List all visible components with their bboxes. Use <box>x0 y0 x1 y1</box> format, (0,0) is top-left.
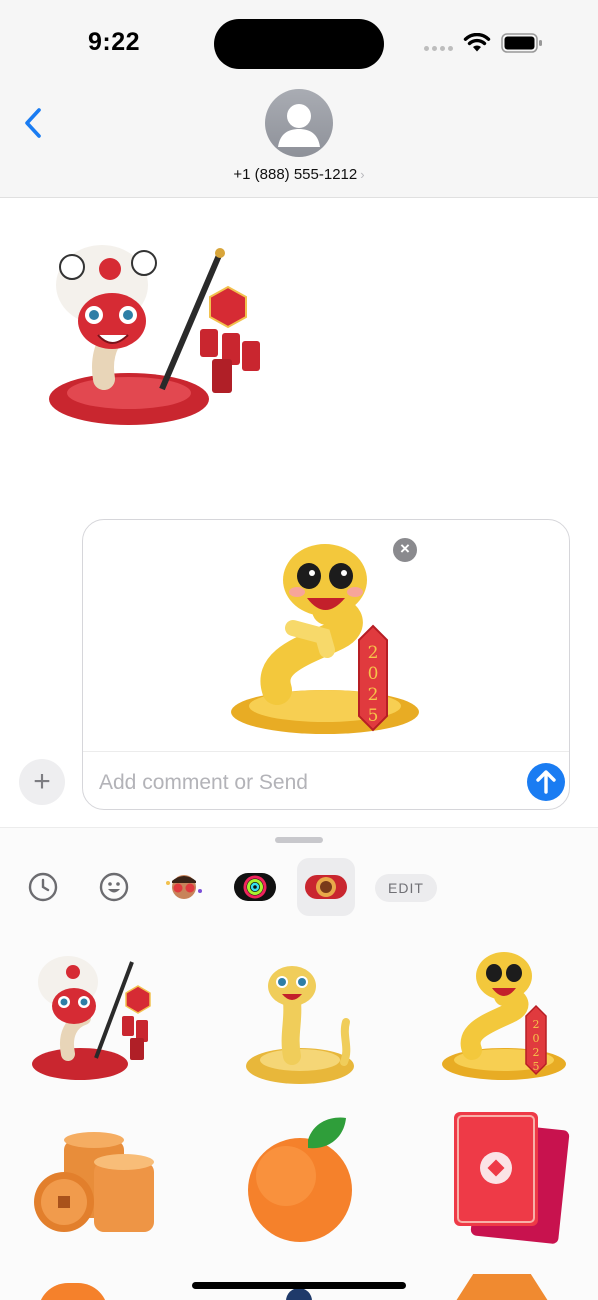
remove-sticker-button[interactable]: × <box>391 536 419 564</box>
sticker-golden-snake[interactable] <box>236 956 376 1096</box>
activity-rings-sticker-icon <box>234 873 276 901</box>
drawer-grabber[interactable] <box>275 837 323 843</box>
contact-avatar[interactable] <box>265 89 333 157</box>
apps-plus-button[interactable]: + <box>19 759 65 805</box>
sticker-gold-coins[interactable] <box>28 1104 168 1244</box>
sticker-lion-dance-snake[interactable] <box>28 946 168 1086</box>
sticker-year-digit-1: 2 <box>368 643 379 663</box>
sticker-year-digit-3: 2 <box>368 685 379 705</box>
arrow-up-icon <box>536 770 556 794</box>
close-icon: × <box>400 539 410 558</box>
message-thread: + 2 0 2 5 × <box>0 199 598 827</box>
sticker-snake-2025[interactable]: 2 0 2 5 <box>438 946 578 1086</box>
attached-sticker-snake-2025[interactable]: 2 0 2 5 <box>227 540 425 734</box>
dynamic-island <box>214 19 384 69</box>
received-sticker-lion-dance-snake[interactable] <box>44 229 272 427</box>
battery-icon <box>501 33 542 53</box>
sticker-year-digit-4: 5 <box>368 706 379 726</box>
sticker-partial-left <box>38 1283 108 1300</box>
contact-number: +1 (888) 555-1212 <box>233 166 358 183</box>
compose-box: 2 0 2 5 × <box>82 519 570 810</box>
tab-emoji[interactable] <box>85 858 143 916</box>
person-icon <box>278 104 320 147</box>
sticker-year-digit-2: 0 <box>368 664 379 684</box>
plus-icon: + <box>33 765 51 798</box>
clock-icon <box>28 872 58 902</box>
conversation-header: +1 (888) 555-1212 › <box>0 88 598 198</box>
sticker-year-digit-4: 5 <box>533 1060 540 1073</box>
sticker-partial-right <box>454 1274 550 1300</box>
memoji-sticker-icon <box>166 875 202 899</box>
edit-button[interactable]: EDIT <box>375 874 437 902</box>
emoji-icon <box>99 872 129 902</box>
sticker-partial-middle <box>286 1288 312 1300</box>
tab-memoji[interactable] <box>155 858 213 916</box>
back-chevron-icon[interactable] <box>20 106 50 140</box>
sticker-mandarin-orange[interactable] <box>236 1110 376 1250</box>
compose-divider <box>83 751 569 752</box>
tab-lunar-new-year[interactable] <box>297 858 355 916</box>
signal-icon <box>424 46 453 51</box>
tab-activity[interactable] <box>226 858 284 916</box>
send-button[interactable] <box>527 763 565 801</box>
status-bar: 9:22 <box>0 0 598 88</box>
contact-name[interactable]: +1 (888) 555-1212 › <box>0 166 598 183</box>
message-input[interactable] <box>99 766 499 800</box>
sticker-red-envelope[interactable] <box>442 1104 582 1244</box>
wifi-icon <box>463 33 491 52</box>
sticker-year-digit-1: 2 <box>533 1018 540 1031</box>
status-time: 9:22 <box>88 28 141 56</box>
sticker-drawer: EDIT 2 0 2 5 <box>0 827 598 1300</box>
chevron-right-icon: › <box>360 167 365 182</box>
sticker-year-digit-2: 0 <box>533 1032 540 1045</box>
sticker-year-digit-3: 2 <box>533 1046 540 1059</box>
home-indicator[interactable] <box>192 1282 406 1289</box>
lunar-new-year-sticker-icon <box>305 875 347 899</box>
tab-recents[interactable] <box>14 858 72 916</box>
